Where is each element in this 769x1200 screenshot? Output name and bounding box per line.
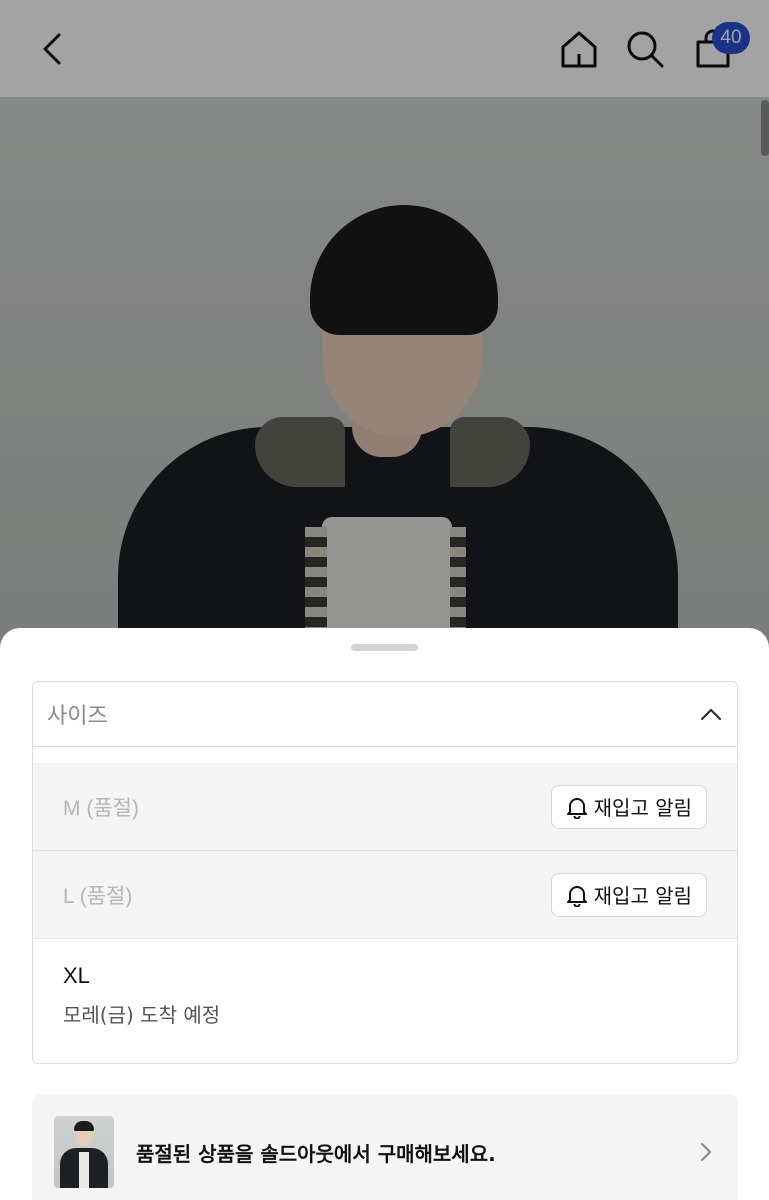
bell-icon: [566, 885, 587, 907]
size-option-label: L (품절): [63, 884, 133, 908]
bell-icon: [566, 797, 587, 819]
size-bottom-sheet: 사이즈 M (품절) 재입고 알림 L (품절) 재입고 알림 XL 모레(금)…: [0, 628, 769, 1200]
restock-alert-button[interactable]: 재입고 알림: [550, 784, 707, 829]
product-thumbnail: [54, 1116, 114, 1188]
size-dropdown-header[interactable]: 사이즈: [33, 682, 737, 747]
size-dropdown-placeholder: 사이즈: [47, 703, 108, 728]
delivery-estimate: 모레(금) 도착 예정: [63, 1003, 221, 1027]
soldout-marketplace-banner[interactable]: 품절된 상품을 솔드아웃에서 구매해보세요.: [32, 1094, 738, 1200]
size-option-xl[interactable]: XL 모레(금) 도착 예정: [33, 939, 737, 1063]
chevron-up-icon[interactable]: [699, 706, 723, 722]
size-option-m: M (품절) 재입고 알림: [33, 763, 737, 851]
banner-text: 품절된 상품을 솔드아웃에서 구매해보세요.: [136, 1141, 496, 1166]
size-option-label: XL: [63, 963, 90, 988]
size-option-l: L (품절) 재입고 알림: [33, 851, 737, 939]
chevron-right-icon: [701, 1143, 711, 1161]
restock-alert-label: 재입고 알림: [593, 884, 692, 908]
size-option-label: M (품절): [63, 796, 139, 820]
restock-alert-label: 재입고 알림: [593, 796, 692, 820]
sheet-drag-handle[interactable]: [351, 644, 418, 651]
size-dropdown: 사이즈 M (품절) 재입고 알림 L (품절) 재입고 알림 XL 모레(금)…: [32, 681, 738, 1064]
scrollbar[interactable]: [761, 100, 769, 156]
restock-alert-button[interactable]: 재입고 알림: [550, 872, 707, 917]
